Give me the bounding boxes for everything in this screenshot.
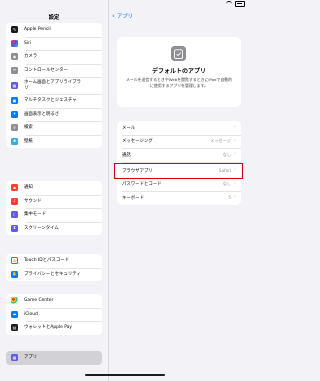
sidebar-group-security: ◎ Touch IDとパスコード ✋ プライバシーとセキュリティ xyxy=(6,254,102,281)
sidebar-item-search[interactable]: ⚲ 検索 xyxy=(6,121,102,135)
row-value: なし xyxy=(222,151,231,157)
row-keyboards[interactable]: キーボード 5 › xyxy=(117,191,241,205)
sidebar-item-apple-pencil[interactable]: ✎ Apple Pencil xyxy=(6,23,102,37)
back-button[interactable]: ‹ アプリ xyxy=(112,12,133,20)
checklist-icon xyxy=(174,48,183,59)
sidebar: 設定 ✎ Apple Pencil Siri ◉ カメラ ≡ コントロールセンタ… xyxy=(0,0,109,381)
sidebar-group-general: ✎ Apple Pencil Siri ◉ カメラ ≡ コントロールセンター ▦… xyxy=(6,23,102,148)
highlight-box xyxy=(114,163,243,179)
sidebar-item-label: ホーム画面とアプリライブラリ xyxy=(24,80,81,91)
multitask-icon: ▣ xyxy=(11,97,18,105)
row-mail[interactable]: メール › xyxy=(117,121,241,135)
sidebar-item-wallet[interactable]: ▤ ウォレットとApple Pay xyxy=(6,321,102,335)
sidebar-item-label: Apple Pencil xyxy=(24,27,51,33)
sidebar-item-label: ウォレットとApple Pay xyxy=(24,325,72,331)
moon-icon: ☾ xyxy=(11,211,18,219)
sidebar-group-accounts: Game Center ☁ iCloud ▤ ウォレットとApple Pay xyxy=(6,294,102,335)
battery-icon xyxy=(235,1,245,7)
control-center-icon: ≡ xyxy=(11,66,18,74)
chevron-right-icon: › xyxy=(234,151,236,158)
sidebar-item-label: Touch IDとパスコード xyxy=(24,258,70,264)
sidebar-item-home-screen[interactable]: ▦ ホーム画面とアプリライブラリ xyxy=(6,77,102,94)
cloud-icon: ☁ xyxy=(11,310,18,318)
page-description: メールを送信するときやWebを閲覧するときにiPadで自動的に使用するアプリを管… xyxy=(125,77,233,88)
sidebar-item-label: Siri xyxy=(24,40,32,46)
sidebar-item-sounds[interactable]: ♪ サウンド xyxy=(6,194,102,209)
sidebar-item-wallpaper[interactable]: ❀ 壁紙 xyxy=(6,134,102,149)
sidebar-item-siri[interactable]: Siri xyxy=(6,36,102,51)
sidebar-item-label: サウンド xyxy=(24,198,42,204)
game-center-icon xyxy=(11,297,18,305)
chevron-right-icon: › xyxy=(234,180,236,187)
chevron-right-icon: › xyxy=(234,194,236,201)
sidebar-item-label: 検索 xyxy=(24,125,33,131)
sidebar-item-notifications[interactable]: ▪ 通知 xyxy=(6,181,102,195)
sound-icon: ♪ xyxy=(11,197,18,205)
chevron-right-icon: › xyxy=(234,137,236,144)
row-value: 5 xyxy=(228,195,231,201)
sidebar-item-label: カメラ xyxy=(24,54,38,60)
wallpaper-icon: ❀ xyxy=(11,137,18,145)
sidebar-item-camera[interactable]: ◉ カメラ xyxy=(6,50,102,64)
row-label: メッセージング xyxy=(122,139,153,145)
home-screen-icon: ▦ xyxy=(11,82,18,89)
sidebar-item-label: 通知 xyxy=(24,185,33,191)
row-label: メール xyxy=(122,125,136,131)
wallet-icon: ▤ xyxy=(11,324,18,332)
row-calls[interactable]: 通話 なし › xyxy=(117,148,241,162)
sidebar-item-label: iCloud xyxy=(24,311,38,317)
sidebar-item-touch-id[interactable]: ◎ Touch IDとパスコード xyxy=(6,254,102,268)
sidebar-item-label: プライバシーとセキュリティ xyxy=(24,271,81,277)
sidebar-item-privacy[interactable]: ✋ プライバシーとセキュリティ xyxy=(6,267,102,282)
sidebar-group-notifications: ▪ 通知 ♪ サウンド ☾ 集中モード ⧗ スクリーンタイム xyxy=(6,181,102,235)
sidebar-item-label: 集中モード xyxy=(24,212,46,218)
brightness-icon: ☀ xyxy=(11,110,18,118)
back-button-label: アプリ xyxy=(116,14,133,20)
hourglass-icon: ⧗ xyxy=(11,224,18,232)
chevron-right-icon: › xyxy=(234,124,236,131)
pencil-icon: ✎ xyxy=(11,26,18,34)
hand-icon: ✋ xyxy=(11,270,18,278)
sidebar-item-label: スクリーンタイム xyxy=(24,225,59,231)
sidebar-item-multitasking[interactable]: ▣ マルチタスクとジェスチャ xyxy=(6,94,102,108)
sidebar-item-focus[interactable]: ☾ 集中モード xyxy=(6,208,102,222)
default-apps-icon xyxy=(171,46,186,61)
sidebar-item-label: 画面表示と明るさ xyxy=(24,111,60,117)
siri-icon xyxy=(11,39,18,47)
status-icons xyxy=(226,1,245,7)
sidebar-item-game-center[interactable]: Game Center xyxy=(6,294,102,308)
row-label: キーボード xyxy=(122,195,144,201)
search-icon: ⚲ xyxy=(11,124,18,132)
sidebar-title: 設定 xyxy=(48,15,60,21)
default-apps-header-card: デフォルトのアプリ メールを送信するときやWebを閲覧するときにiPadで自動的… xyxy=(117,37,241,107)
chevron-left-icon: ‹ xyxy=(112,11,115,20)
fingerprint-icon: ◎ xyxy=(11,257,18,265)
sidebar-group-apps: ▦ アプリ xyxy=(6,351,102,365)
sidebar-item-apps[interactable]: ▦ アプリ xyxy=(6,351,102,365)
row-label: 通話 xyxy=(122,152,131,158)
row-label: パスワードとコード xyxy=(122,182,162,188)
sidebar-item-display[interactable]: ☀ 画面表示と明るさ xyxy=(6,107,102,122)
row-messaging[interactable]: メッセージング メッセージ › xyxy=(117,134,241,149)
sidebar-item-label: コントロールセンター xyxy=(24,67,68,73)
row-value: メッセージ xyxy=(210,138,231,144)
sidebar-item-label: Game Center xyxy=(24,298,54,304)
camera-icon: ◉ xyxy=(11,53,18,61)
bell-icon: ▪ xyxy=(11,184,18,192)
sidebar-item-icloud[interactable]: ☁ iCloud xyxy=(6,307,102,322)
sidebar-item-control-center[interactable]: ≡ コントロールセンター xyxy=(6,63,102,78)
sidebar-item-label: アプリ xyxy=(24,355,38,361)
sidebar-item-label: マルチタスクとジェスチャ xyxy=(24,98,77,104)
sidebar-item-screen-time[interactable]: ⧗ スクリーンタイム xyxy=(6,221,102,236)
row-value: なし xyxy=(222,181,231,187)
page-title: デフォルトのアプリ xyxy=(151,68,206,75)
apps-icon: ▦ xyxy=(11,354,18,362)
sidebar-item-label: 壁紙 xyxy=(24,138,33,144)
wifi-icon xyxy=(226,1,232,6)
screen: 10:20 設定 ✎ Apple Pencil Siri ◉ カメラ ≡ コント… xyxy=(0,0,250,381)
row-passwords[interactable]: パスワードとコード なし › xyxy=(117,177,241,192)
